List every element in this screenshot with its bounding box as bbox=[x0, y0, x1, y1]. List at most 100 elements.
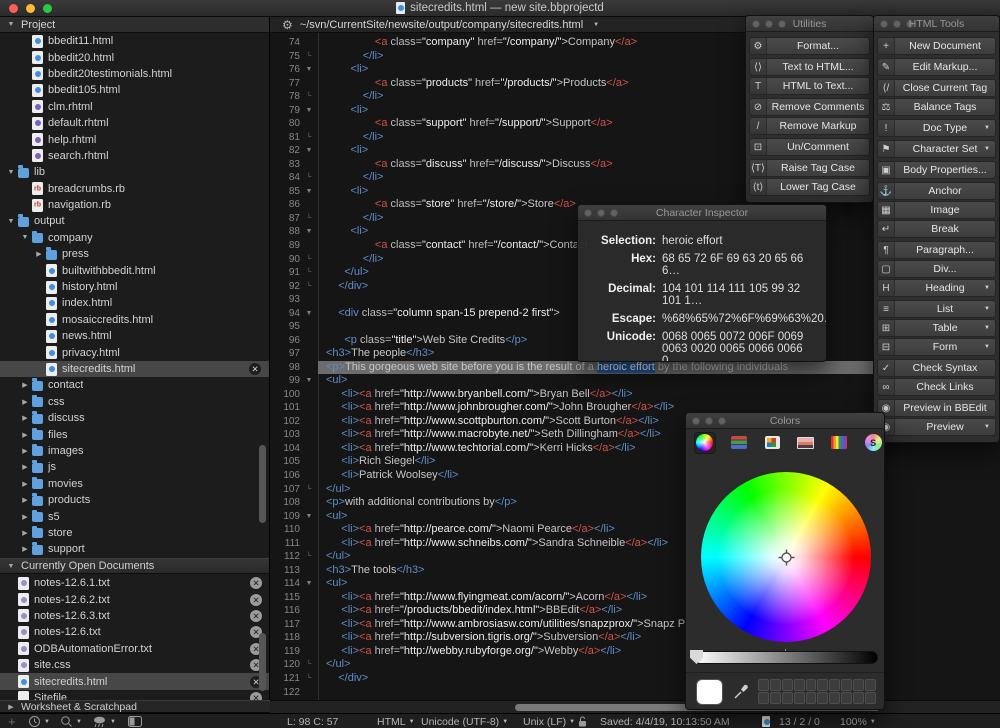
disclosure-triangle-icon[interactable]: ▶ bbox=[34, 250, 44, 258]
color-swatch[interactable] bbox=[829, 679, 840, 691]
fold-marker-icon[interactable]: └ bbox=[300, 658, 318, 672]
recent-documents-icon[interactable]: ▼ bbox=[28, 714, 50, 728]
gear-icon[interactable]: ⚙ bbox=[282, 19, 293, 31]
paragraph-button[interactable]: ¶Paragraph... bbox=[877, 241, 996, 259]
tree-item[interactable]: privacy.html bbox=[0, 344, 269, 360]
code-line[interactable]: 107└</ul> bbox=[270, 483, 1000, 497]
fold-marker-icon[interactable]: ▼ bbox=[300, 63, 318, 77]
tree-item[interactable]: ▶js bbox=[0, 459, 269, 475]
color-wheel-icon[interactable] bbox=[694, 432, 716, 454]
gear-button[interactable]: ⚙Format... bbox=[749, 37, 870, 55]
image-button[interactable]: ▦Image bbox=[877, 201, 996, 219]
code-text[interactable]: <li><a href="http://www.ambrosiasw.com/u… bbox=[318, 618, 1000, 632]
disclosure-triangle-icon[interactable]: ▶ bbox=[20, 496, 30, 504]
color-swatch[interactable] bbox=[794, 679, 805, 691]
code-line[interactable]: 119 <li><a href="http://webby.rubyforge.… bbox=[270, 645, 1000, 659]
heading-button[interactable]: HHeading▼ bbox=[877, 279, 996, 297]
body-properties-button[interactable]: ▣Body Properties... bbox=[877, 161, 996, 179]
tree-item[interactable]: builtwithbbedit.html bbox=[0, 262, 269, 278]
check-syntax-button[interactable]: ✓Check Syntax bbox=[877, 359, 996, 377]
color-swatch[interactable] bbox=[865, 679, 876, 691]
colors-panel-titlebar[interactable]: Colors bbox=[686, 413, 884, 429]
color-swatch[interactable] bbox=[829, 692, 840, 704]
fold-marker-icon[interactable]: ▼ bbox=[300, 510, 318, 524]
code-text[interactable]: <li><a href="http://www.schneibs.com/">S… bbox=[318, 537, 1000, 551]
code-text[interactable]: <li><a href="http://www.techtorial.com/"… bbox=[318, 442, 1000, 456]
tree-item[interactable]: clm.rhtml bbox=[0, 99, 269, 115]
tree-item[interactable]: history.html bbox=[0, 279, 269, 295]
table-button[interactable]: ⊞Table▼ bbox=[877, 319, 996, 337]
color-swatch[interactable] bbox=[841, 679, 852, 691]
tree-item[interactable]: default.rhtml bbox=[0, 115, 269, 131]
palette-icon[interactable] bbox=[761, 432, 783, 454]
disclosure-triangle-icon[interactable]: ▶ bbox=[20, 381, 30, 389]
worksheet-section-header[interactable]: ▶ Worksheet & Scratchpad bbox=[0, 700, 270, 713]
raise-tag-case-button[interactable]: ⟨T⟩Raise Tag Case bbox=[749, 159, 870, 177]
tree-item[interactable]: ▶contact bbox=[0, 377, 269, 393]
code-text[interactable]: <li><a href="http://subversion.tigris.or… bbox=[318, 631, 1000, 645]
tree-item[interactable]: bbedit105.html bbox=[0, 82, 269, 98]
fold-marker-icon[interactable]: └ bbox=[300, 50, 318, 64]
flag-button[interactable]: ⚑Character Set▼ bbox=[877, 140, 996, 158]
fold-marker-icon[interactable]: └ bbox=[300, 212, 318, 226]
fold-marker-icon[interactable]: └ bbox=[300, 266, 318, 280]
fold-marker-icon[interactable]: └ bbox=[300, 131, 318, 145]
current-color-well[interactable] bbox=[696, 679, 723, 705]
disclosure-triangle-icon[interactable]: ▶ bbox=[20, 431, 30, 439]
balance-scales-button[interactable]: ⚖Balance Tags bbox=[877, 98, 996, 116]
code-line[interactable]: 109▼<ul> bbox=[270, 510, 1000, 524]
color-swatch[interactable] bbox=[817, 679, 828, 691]
close-icon[interactable]: ✕ bbox=[250, 577, 262, 589]
code-text[interactable]: <li>Patrick Woolsey</li> bbox=[318, 469, 1000, 483]
path-dropdown-icon[interactable]: ▼ bbox=[593, 22, 599, 28]
code-text[interactable]: <li><a href="http://www.flyingmeat.com/a… bbox=[318, 591, 1000, 605]
fold-marker-icon[interactable]: ▼ bbox=[300, 185, 318, 199]
fold-marker-icon[interactable]: ▼ bbox=[300, 104, 318, 118]
code-line[interactable]: 106 <li>Patrick Woolsey</li> bbox=[270, 469, 1000, 483]
list-button[interactable]: ≡List▼ bbox=[877, 300, 996, 318]
tree-item[interactable]: ▶products bbox=[0, 492, 269, 508]
weather-cloud-icon[interactable]: ▼ bbox=[92, 714, 116, 728]
tree-item[interactable]: notes-12.6.1.txt✕ bbox=[0, 575, 270, 591]
doc-type-button[interactable]: !Doc Type▼ bbox=[877, 119, 996, 137]
tree-item[interactable]: notes-12.6.txt✕ bbox=[0, 624, 270, 640]
tree-item[interactable]: ▼lib bbox=[0, 164, 269, 180]
text-to-html-button[interactable]: ⟨⟩Text to HTML... bbox=[749, 58, 870, 76]
character-inspector-titlebar[interactable]: Character Inspector bbox=[578, 205, 826, 221]
html-to-text-button[interactable]: THTML to Text... bbox=[749, 77, 870, 95]
color-swatch[interactable] bbox=[841, 692, 852, 704]
zoom-menu[interactable]: 100%▼ bbox=[840, 714, 876, 728]
tree-item[interactable]: sitecredits.html✕ bbox=[0, 673, 270, 689]
color-swatch[interactable] bbox=[782, 679, 793, 691]
div-button[interactable]: ▢Div... bbox=[877, 260, 996, 278]
fold-marker-icon[interactable]: ▼ bbox=[300, 307, 318, 321]
check-links-button[interactable]: ∞Check Links bbox=[877, 378, 996, 396]
close-tag-button[interactable]: ⟨/Close Current Tag bbox=[877, 79, 996, 97]
disclosure-triangle-icon[interactable]: ▶ bbox=[20, 545, 30, 553]
break-return-button[interactable]: ↵Break bbox=[877, 220, 996, 238]
color-swatch[interactable] bbox=[806, 692, 817, 704]
fold-marker-icon[interactable]: └ bbox=[300, 253, 318, 267]
tree-item[interactable]: ▶css bbox=[0, 394, 269, 410]
code-line[interactable]: 108<p>with additional contributions by</… bbox=[270, 496, 1000, 510]
color-swatch[interactable] bbox=[758, 692, 769, 704]
file-path[interactable]: ~/svn/CurrentSite/newsite/output/company… bbox=[300, 19, 583, 31]
color-swatch[interactable] bbox=[817, 692, 828, 704]
color-swatch[interactable] bbox=[865, 692, 876, 704]
tree-item[interactable]: help.rhtml bbox=[0, 131, 269, 147]
tree-item[interactable]: navigation.rb bbox=[0, 197, 269, 213]
fold-marker-icon[interactable]: ▼ bbox=[300, 225, 318, 239]
lower-tag-case-button[interactable]: ⟨t⟩Lower Tag Case bbox=[749, 178, 870, 196]
code-text[interactable]: <h3>The tools</h3> bbox=[318, 564, 1000, 578]
tree-item[interactable]: ▼output bbox=[0, 213, 269, 229]
utilities-palette-titlebar[interactable]: Utilities bbox=[746, 16, 873, 32]
fold-marker-icon[interactable]: └ bbox=[300, 280, 318, 294]
fold-marker-icon[interactable]: ▼ bbox=[300, 374, 318, 388]
project-scrollbar-thumb[interactable] bbox=[259, 445, 266, 523]
anchor-button[interactable]: ⚓Anchor bbox=[877, 182, 996, 200]
code-line[interactable]: 114▼<ul> bbox=[270, 577, 1000, 591]
fold-marker-icon[interactable]: └ bbox=[300, 550, 318, 564]
code-text[interactable]: </div> bbox=[318, 672, 1000, 686]
code-line[interactable]: 113<h3>The tools</h3> bbox=[270, 564, 1000, 578]
tree-item[interactable]: ▶press bbox=[0, 246, 269, 262]
